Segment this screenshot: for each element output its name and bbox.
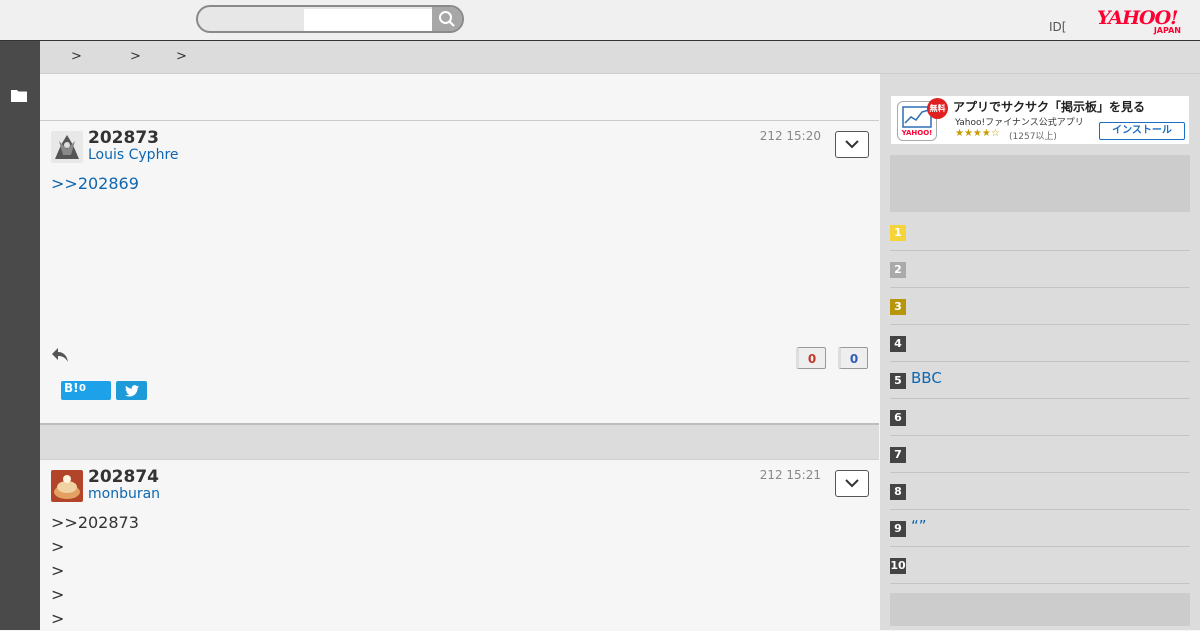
comment-line: >>202873	[51, 513, 139, 532]
rank-number: 6	[890, 410, 906, 426]
more-placeholder	[890, 593, 1190, 626]
logo-sub: JAPAN	[1153, 26, 1181, 35]
comment-time: 212 15:21	[759, 468, 821, 482]
comment-menu-button[interactable]	[835, 131, 869, 158]
comment-item: 202873 Louis Cyphre 212 15:20 >>202869 0…	[40, 121, 879, 423]
dislike-button[interactable]: 0	[838, 347, 868, 369]
comment-line: >	[51, 609, 65, 628]
ranking-item[interactable]: 3	[890, 287, 1190, 325]
rank-number: 3	[890, 299, 906, 315]
comment-author[interactable]: monburan	[88, 486, 160, 502]
install-button[interactable]: インストール	[1099, 122, 1185, 140]
rank-number: 9	[890, 521, 906, 537]
ranking-item[interactable]: 8	[890, 472, 1190, 510]
ranking-item[interactable]: 5 BBC	[890, 361, 1190, 399]
search-icon	[439, 11, 455, 27]
app-title: アプリでサクサク「掲示板」を見る	[953, 100, 1146, 114]
hatena-bookmark-button[interactable]: B! 0	[61, 381, 111, 400]
avatar[interactable]	[51, 470, 83, 502]
search-box	[196, 5, 464, 33]
ranking-item[interactable]: 9 “”	[890, 509, 1190, 547]
comment-number: 202873	[88, 128, 159, 148]
folder-icon[interactable]	[11, 89, 27, 102]
breadcrumb-separator: >	[176, 49, 187, 64]
thread-column: 202873 Louis Cyphre 212 15:20 >>202869 0…	[40, 74, 879, 630]
comment-menu-button[interactable]	[835, 470, 869, 497]
free-badge: 無料	[927, 98, 948, 119]
app-rating-stars: ★★★★☆	[955, 128, 1000, 139]
comment-author[interactable]: Louis Cyphre	[88, 147, 179, 163]
comment-line: >	[51, 537, 65, 556]
chevron-down-icon	[845, 140, 859, 149]
hatena-label: B!	[64, 381, 79, 395]
app-subtitle: Yahoo!ファイナンス公式アプリ	[955, 118, 1084, 128]
comment-time: 212 15:20	[759, 129, 821, 143]
app-promo-banner[interactable]: YAHOO! 無料 アプリでサクサク「掲示板」を見る Yahoo!ファイナンス公…	[890, 95, 1190, 145]
rank-number: 2	[890, 262, 906, 278]
breadcrumb-separator: >	[71, 49, 82, 64]
rank-title[interactable]: BBC	[911, 369, 942, 387]
ranking-item[interactable]: 2	[890, 250, 1190, 288]
yahoo-logo[interactable]: YAHOO! JAPAN	[1097, 8, 1187, 36]
ad-placeholder	[890, 155, 1190, 212]
top-bar: ID[ YAHOO! JAPAN	[0, 0, 1200, 41]
section-divider	[40, 423, 879, 460]
avatar[interactable]	[51, 131, 83, 163]
comment-body: >>202873 > > > >	[51, 511, 139, 631]
hatena-count: 0	[79, 383, 86, 394]
ranking-item[interactable]: 4	[890, 324, 1190, 362]
twitter-share-button[interactable]	[116, 381, 147, 400]
svg-text:YAHOO!: YAHOO!	[901, 129, 933, 137]
comment-quote-link[interactable]: >>202869	[51, 172, 139, 196]
rank-number: 1	[890, 225, 906, 241]
app-rating-count: (1257以上)	[1009, 132, 1057, 142]
ranking-item[interactable]: 7	[890, 435, 1190, 473]
thread-header-area	[40, 74, 879, 121]
reply-icon[interactable]	[51, 347, 69, 363]
right-sidebar: YAHOO! 無料 アプリでサクサク「掲示板」を見る Yahoo!ファイナンス公…	[880, 74, 1200, 630]
comment-line: >	[51, 561, 65, 580]
comment-item: 202874 monburan 212 15:21 >>202873 > > >…	[40, 460, 879, 630]
rank-number: 4	[890, 336, 906, 352]
chevron-down-icon	[845, 479, 859, 488]
rank-number: 8	[890, 484, 906, 500]
rank-number: 7	[890, 447, 906, 463]
ranking-item[interactable]: 6	[890, 398, 1190, 436]
search-input[interactable]	[304, 9, 442, 31]
comment-line: >	[51, 585, 65, 604]
rank-number: 10	[890, 558, 906, 574]
left-rail	[0, 41, 40, 630]
comment-number: 202874	[88, 467, 159, 487]
ranking-item[interactable]: 1	[890, 213, 1190, 251]
breadcrumb: > > >	[40, 41, 1200, 74]
like-button[interactable]: 0	[796, 347, 826, 369]
ranking-item[interactable]: 10	[890, 546, 1190, 584]
rank-number: 5	[890, 373, 906, 389]
search-button[interactable]	[432, 7, 462, 31]
breadcrumb-separator: >	[130, 49, 141, 64]
twitter-icon	[124, 384, 139, 397]
rank-title[interactable]: “”	[911, 517, 927, 535]
login-link[interactable]: ID[	[1049, 20, 1066, 34]
